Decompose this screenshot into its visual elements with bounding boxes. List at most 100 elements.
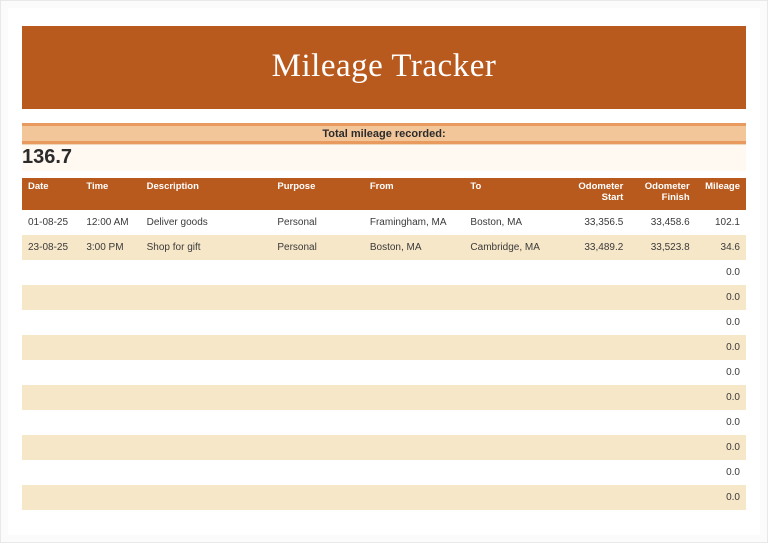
cell-purpose[interactable] bbox=[271, 360, 364, 385]
cell-odometer-finish[interactable] bbox=[629, 335, 695, 360]
cell-date[interactable] bbox=[22, 460, 80, 485]
cell-mileage[interactable]: 0.0 bbox=[696, 360, 746, 385]
cell-mileage[interactable]: 0.0 bbox=[696, 385, 746, 410]
cell-odometer-finish[interactable] bbox=[629, 385, 695, 410]
cell-purpose[interactable] bbox=[271, 285, 364, 310]
cell-time[interactable]: 12:00 AM bbox=[80, 210, 140, 235]
table-row[interactable]: 23-08-253:00 PMShop for giftPersonalBost… bbox=[22, 235, 746, 260]
cell-mileage[interactable]: 0.0 bbox=[696, 260, 746, 285]
cell-description[interactable] bbox=[141, 460, 272, 485]
cell-time[interactable] bbox=[80, 410, 140, 435]
cell-time[interactable] bbox=[80, 260, 140, 285]
cell-date[interactable] bbox=[22, 435, 80, 460]
cell-to[interactable] bbox=[464, 360, 563, 385]
cell-description[interactable] bbox=[141, 485, 272, 510]
cell-to[interactable] bbox=[464, 485, 563, 510]
cell-date[interactable] bbox=[22, 485, 80, 510]
cell-purpose[interactable] bbox=[271, 460, 364, 485]
cell-time[interactable] bbox=[80, 335, 140, 360]
cell-mileage[interactable]: 0.0 bbox=[696, 285, 746, 310]
cell-from[interactable] bbox=[364, 260, 465, 285]
cell-odometer-finish[interactable] bbox=[629, 260, 695, 285]
cell-description[interactable] bbox=[141, 285, 272, 310]
cell-purpose[interactable] bbox=[271, 335, 364, 360]
cell-purpose[interactable] bbox=[271, 385, 364, 410]
cell-description[interactable] bbox=[141, 360, 272, 385]
cell-odometer-finish[interactable]: 33,458.6 bbox=[629, 210, 695, 235]
table-row[interactable]: 0.0 bbox=[22, 285, 746, 310]
cell-to[interactable] bbox=[464, 385, 563, 410]
cell-from[interactable] bbox=[364, 310, 465, 335]
cell-from[interactable] bbox=[364, 485, 465, 510]
cell-odometer-finish[interactable] bbox=[629, 360, 695, 385]
cell-mileage[interactable]: 0.0 bbox=[696, 310, 746, 335]
table-row[interactable]: 0.0 bbox=[22, 435, 746, 460]
cell-to[interactable] bbox=[464, 435, 563, 460]
cell-to[interactable]: Cambridge, MA bbox=[464, 235, 563, 260]
cell-mileage[interactable]: 102.1 bbox=[696, 210, 746, 235]
cell-purpose[interactable] bbox=[271, 435, 364, 460]
cell-time[interactable] bbox=[80, 435, 140, 460]
cell-purpose[interactable] bbox=[271, 485, 364, 510]
cell-odometer-finish[interactable] bbox=[629, 485, 695, 510]
cell-odometer-start[interactable] bbox=[563, 285, 629, 310]
cell-mileage[interactable]: 0.0 bbox=[696, 435, 746, 460]
cell-purpose[interactable]: Personal bbox=[271, 210, 364, 235]
table-row[interactable]: 01-08-2512:00 AMDeliver goodsPersonalFra… bbox=[22, 210, 746, 235]
cell-odometer-start[interactable] bbox=[563, 435, 629, 460]
cell-from[interactable] bbox=[364, 360, 465, 385]
cell-purpose[interactable] bbox=[271, 260, 364, 285]
cell-date[interactable] bbox=[22, 285, 80, 310]
cell-mileage[interactable]: 34.6 bbox=[696, 235, 746, 260]
cell-odometer-finish[interactable] bbox=[629, 285, 695, 310]
cell-description[interactable] bbox=[141, 435, 272, 460]
cell-odometer-start[interactable] bbox=[563, 410, 629, 435]
cell-description[interactable] bbox=[141, 310, 272, 335]
cell-purpose[interactable] bbox=[271, 310, 364, 335]
cell-purpose[interactable] bbox=[271, 410, 364, 435]
table-row[interactable]: 0.0 bbox=[22, 260, 746, 285]
cell-description[interactable] bbox=[141, 410, 272, 435]
table-row[interactable]: 0.0 bbox=[22, 485, 746, 510]
cell-date[interactable]: 01-08-25 bbox=[22, 210, 80, 235]
cell-odometer-start[interactable] bbox=[563, 360, 629, 385]
cell-time[interactable] bbox=[80, 460, 140, 485]
cell-to[interactable] bbox=[464, 310, 563, 335]
cell-odometer-start[interactable] bbox=[563, 310, 629, 335]
cell-from[interactable] bbox=[364, 385, 465, 410]
cell-from[interactable] bbox=[364, 335, 465, 360]
cell-description[interactable] bbox=[141, 335, 272, 360]
table-row[interactable]: 0.0 bbox=[22, 410, 746, 435]
cell-from[interactable] bbox=[364, 410, 465, 435]
cell-from[interactable] bbox=[364, 285, 465, 310]
cell-time[interactable] bbox=[80, 360, 140, 385]
cell-odometer-start[interactable] bbox=[563, 460, 629, 485]
cell-date[interactable]: 23-08-25 bbox=[22, 235, 80, 260]
cell-from[interactable] bbox=[364, 435, 465, 460]
cell-description[interactable]: Shop for gift bbox=[141, 235, 272, 260]
cell-date[interactable] bbox=[22, 335, 80, 360]
cell-date[interactable] bbox=[22, 310, 80, 335]
table-row[interactable]: 0.0 bbox=[22, 310, 746, 335]
cell-time[interactable] bbox=[80, 485, 140, 510]
cell-date[interactable] bbox=[22, 260, 80, 285]
cell-to[interactable]: Boston, MA bbox=[464, 210, 563, 235]
cell-to[interactable] bbox=[464, 410, 563, 435]
cell-to[interactable] bbox=[464, 335, 563, 360]
cell-date[interactable] bbox=[22, 410, 80, 435]
cell-odometer-finish[interactable] bbox=[629, 410, 695, 435]
cell-odometer-start[interactable] bbox=[563, 335, 629, 360]
cell-odometer-finish[interactable] bbox=[629, 460, 695, 485]
cell-mileage[interactable]: 0.0 bbox=[696, 485, 746, 510]
cell-from[interactable] bbox=[364, 460, 465, 485]
cell-odometer-finish[interactable] bbox=[629, 435, 695, 460]
cell-to[interactable] bbox=[464, 460, 563, 485]
cell-mileage[interactable]: 0.0 bbox=[696, 410, 746, 435]
cell-time[interactable] bbox=[80, 385, 140, 410]
cell-to[interactable] bbox=[464, 285, 563, 310]
cell-date[interactable] bbox=[22, 360, 80, 385]
cell-odometer-start[interactable] bbox=[563, 485, 629, 510]
cell-time[interactable] bbox=[80, 310, 140, 335]
table-row[interactable]: 0.0 bbox=[22, 385, 746, 410]
table-row[interactable]: 0.0 bbox=[22, 335, 746, 360]
